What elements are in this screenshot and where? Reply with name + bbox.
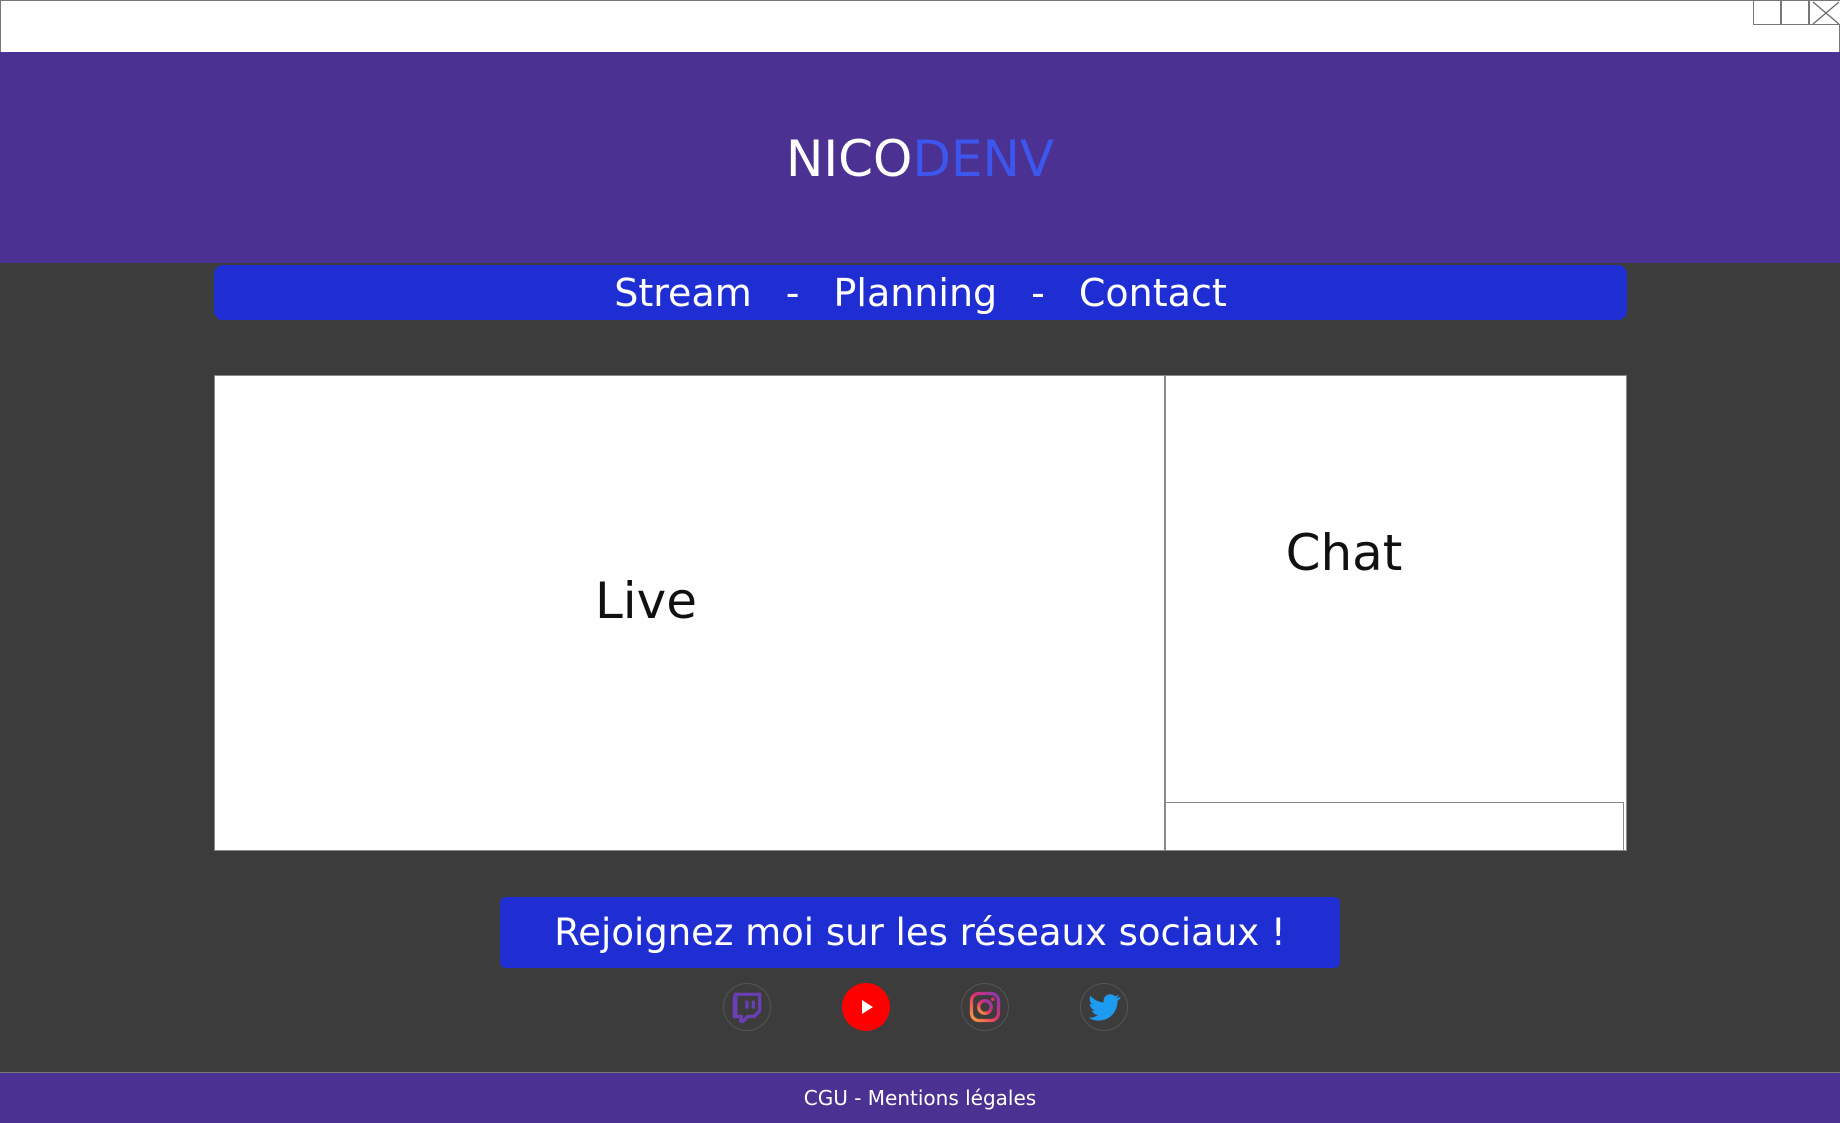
minimize-icon[interactable] — [1753, 1, 1781, 25]
youtube-icon[interactable] — [842, 983, 890, 1031]
logo-part-1: NICO — [785, 130, 913, 188]
site-header: NICODENV — [0, 52, 1840, 263]
social-banner: Rejoignez moi sur les réseaux sociaux ! — [500, 897, 1340, 968]
chat-input[interactable] — [1165, 802, 1624, 851]
footer-links[interactable]: CGU - Mentions légales — [0, 1072, 1840, 1123]
logo-part-2: DENV — [912, 130, 1055, 188]
chat-panel: Chat — [1165, 375, 1627, 851]
nav-item-contact[interactable]: Contact — [1079, 271, 1227, 315]
nav-item-stream[interactable]: Stream — [614, 271, 752, 315]
main-nav: Stream - Planning - Contact — [214, 265, 1627, 320]
twitch-icon[interactable] — [723, 983, 771, 1031]
window-titlebar — [0, 0, 1840, 53]
chat-label: Chat — [1285, 524, 1403, 582]
twitter-icon[interactable] — [1080, 983, 1128, 1031]
nav-item-planning[interactable]: Planning — [833, 271, 997, 315]
close-icon[interactable] — [1809, 1, 1840, 25]
nav-separator: - — [785, 270, 800, 315]
site-logo[interactable]: NICODENV — [0, 130, 1840, 188]
maximize-icon[interactable] — [1781, 1, 1809, 25]
live-player[interactable]: Live — [214, 375, 1165, 851]
live-label: Live — [594, 572, 698, 630]
nav-separator: - — [1031, 270, 1045, 315]
instagram-icon[interactable] — [961, 983, 1009, 1031]
